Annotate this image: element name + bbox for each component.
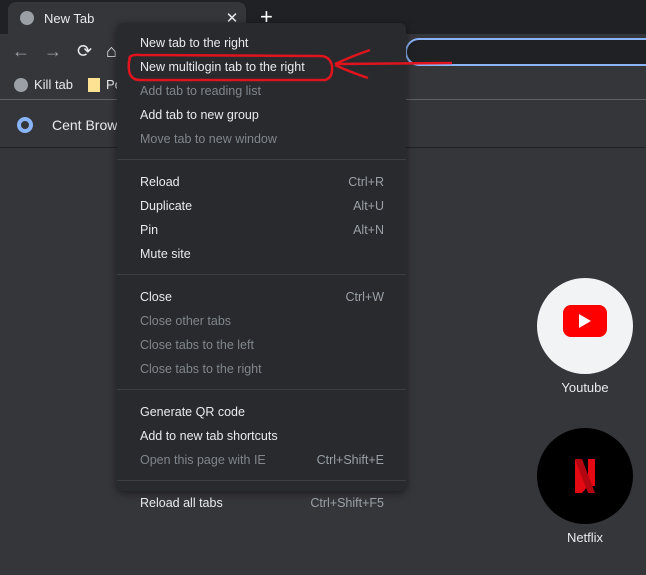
red-annotation bbox=[127, 48, 453, 82]
